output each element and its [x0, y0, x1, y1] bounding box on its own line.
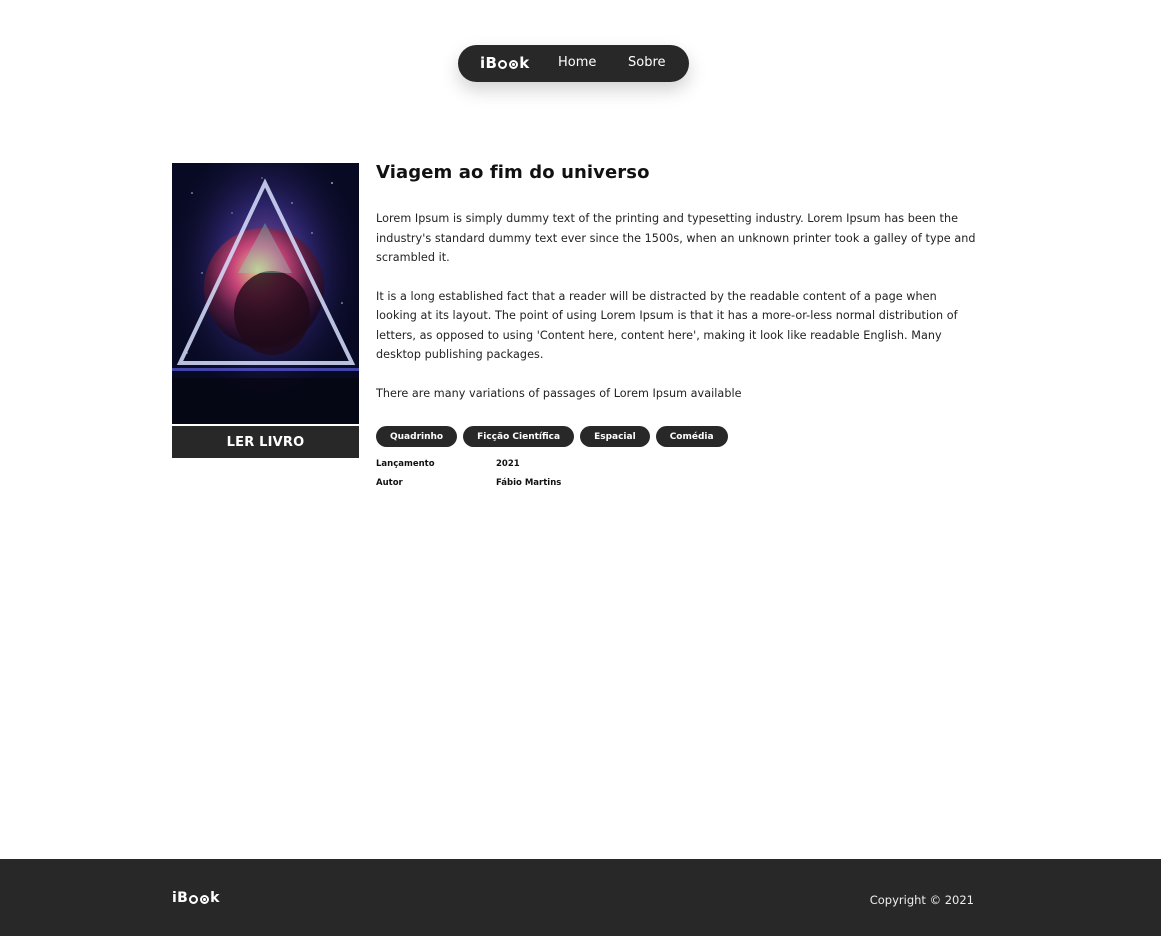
logo-o-icon	[498, 59, 508, 69]
meta-value-release: 2021	[496, 458, 520, 469]
meta-row-release: Lançamento 2021	[376, 454, 976, 473]
footer-logo-o-dot-icon	[200, 894, 210, 904]
logo-o-dot-icon	[509, 59, 519, 69]
nav-link-home[interactable]: Home	[558, 55, 596, 70]
nav-logo[interactable]: iB k	[480, 54, 529, 72]
page-footer: iB k Copyright © 2021	[0, 859, 1161, 936]
book-details: Viagem ao fim do universo Lorem Ipsum is…	[376, 160, 976, 492]
logo-text-end: k	[519, 54, 530, 72]
read-book-button[interactable]: LER LIVRO	[172, 426, 359, 458]
meta-label-release: Lançamento	[376, 458, 435, 469]
top-nav: iB k Home Sobre	[458, 45, 689, 82]
book-meta: Lançamento 2021 Autor Fábio Martins	[376, 454, 976, 492]
meta-label-author: Autor	[376, 477, 403, 488]
footer-logo-text-start: iB	[172, 890, 189, 906]
footer-logo-o-icon	[189, 894, 199, 904]
book-cover-image	[172, 163, 359, 424]
tag-ficcao-cientifica[interactable]: Ficção Científica	[463, 426, 575, 447]
book-description-3: There are many variations of passages of…	[376, 386, 742, 400]
nav-link-sobre[interactable]: Sobre	[628, 55, 666, 70]
book-description-2: It is a long established fact that a rea…	[376, 289, 958, 362]
footer-logo-text-end: k	[210, 890, 220, 906]
footer-logo[interactable]: iB k	[172, 890, 220, 906]
tag-comedia[interactable]: Comédia	[655, 426, 728, 447]
copyright-text: Copyright © 2021	[869, 893, 974, 907]
book-description-1: Lorem Ipsum is simply dummy text of the …	[376, 212, 976, 264]
book-title: Viagem ao fim do universo	[376, 162, 650, 183]
logo-text-start: iB	[480, 54, 498, 72]
tag-espacial[interactable]: Espacial	[580, 426, 650, 447]
meta-value-author: Fábio Martins	[496, 477, 562, 488]
tag-list: Quadrinho Ficção Científica Espacial Com…	[376, 426, 976, 447]
tag-quadrinho[interactable]: Quadrinho	[376, 426, 458, 447]
meta-row-author: Autor Fábio Martins	[376, 473, 976, 492]
